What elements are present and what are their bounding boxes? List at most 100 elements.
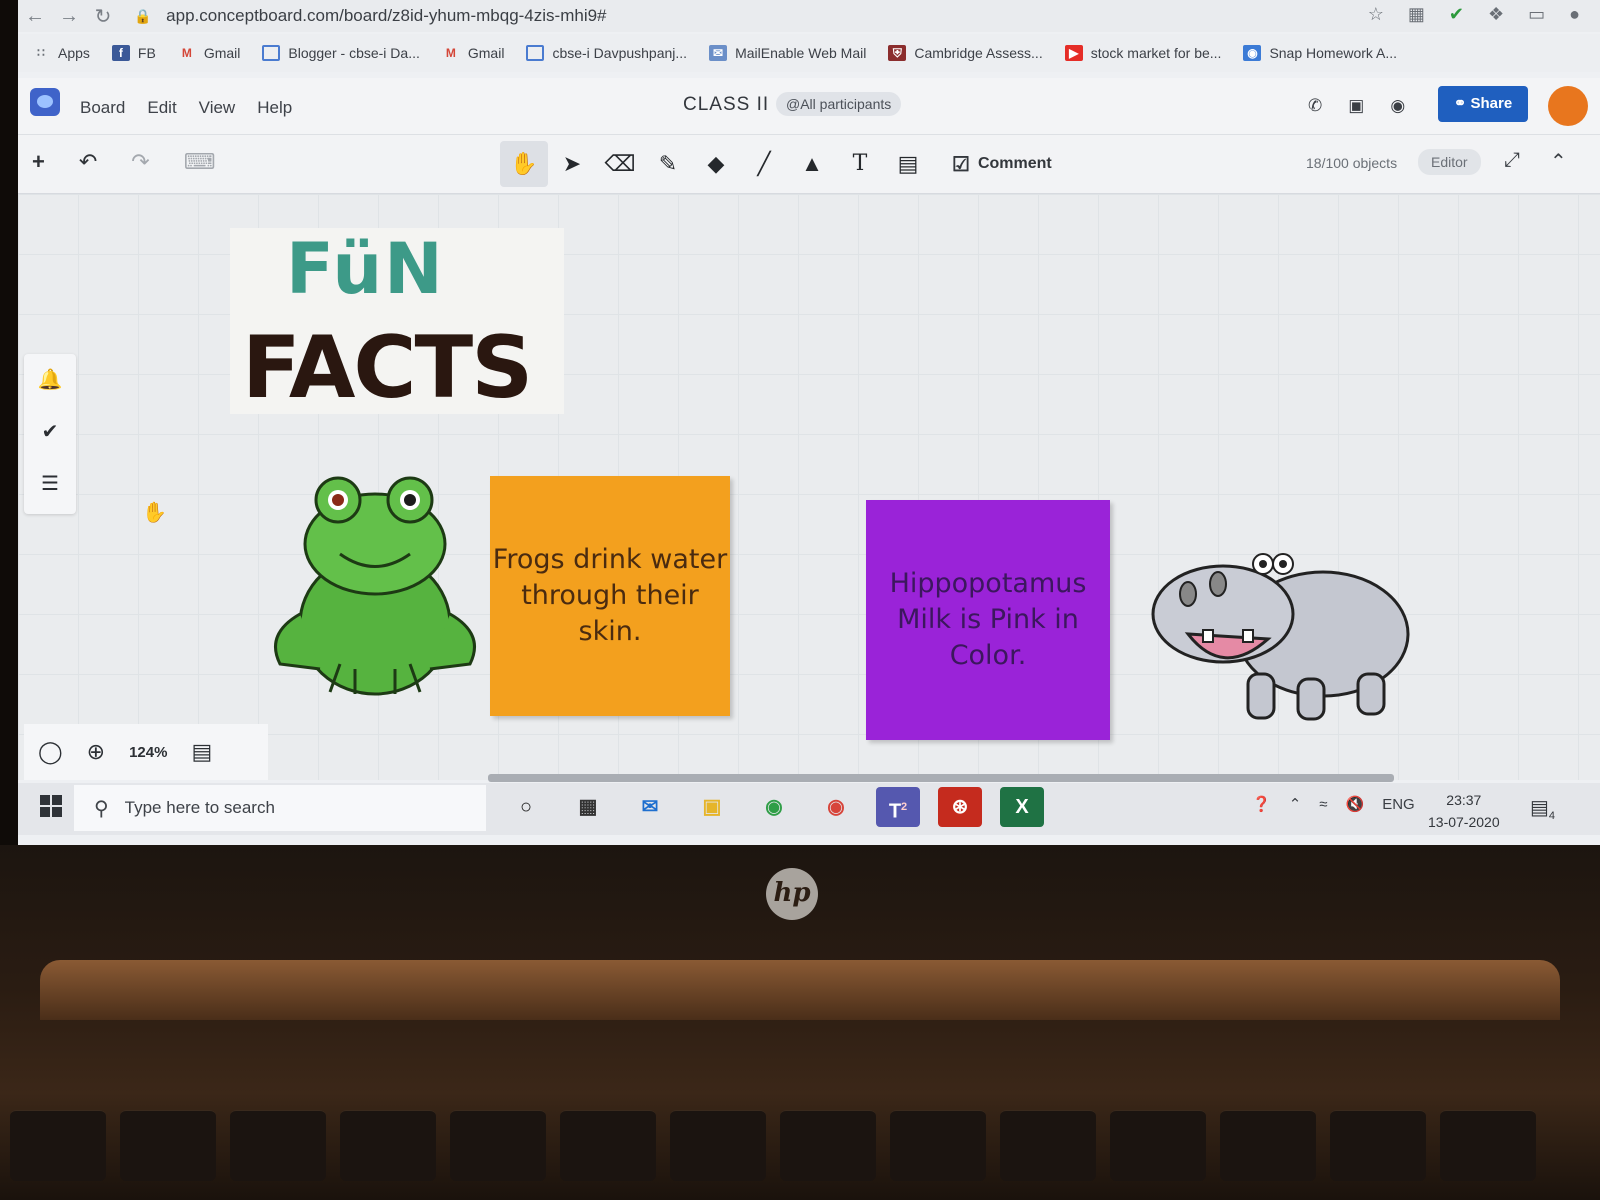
zoom-level[interactable]: 124% <box>129 744 167 761</box>
blogger-icon <box>526 45 545 61</box>
notification-center-icon[interactable]: ▤4 <box>1530 795 1555 822</box>
fullscreen-icon[interactable]: ⤢ <box>1504 149 1520 174</box>
star-icon[interactable]: ☆ <box>1368 4 1384 25</box>
chevron-up-icon[interactable]: ⌃ <box>1289 795 1302 813</box>
wifi-icon[interactable]: ≈ <box>1319 796 1327 813</box>
line-tool-icon[interactable]: ╱ <box>740 141 788 187</box>
redo-icon[interactable]: ↷ <box>131 149 149 175</box>
back-icon[interactable]: ← <box>18 5 52 28</box>
frog-image[interactable] <box>260 464 490 704</box>
clock-date: 13-07-2020 <box>1428 814 1500 830</box>
object-count: 18/100 objects <box>1306 155 1398 171</box>
hand-cursor-icon: ✋ <box>142 502 167 524</box>
bookmark-snap-homework[interactable]: ◉ Snap Homework A... <box>1243 45 1397 61</box>
undo-icon[interactable]: ↶ <box>79 149 97 175</box>
bookmark-gmail[interactable]: M Gmail <box>178 45 241 61</box>
pen-tool-icon[interactable]: ✎ <box>644 141 692 187</box>
select-tool-icon[interactable]: ➤ <box>548 141 596 187</box>
taskbar-clock[interactable]: 23:37 13-07-2020 <box>1428 789 1500 833</box>
sticky-note-tool-icon[interactable]: ▤ <box>884 141 932 187</box>
header-actions: ✆ ▣ ◉ <box>1308 96 1405 116</box>
laptop-screen: ← → ↻ 🔒 app.conceptboard.com/board/z8id-… <box>18 0 1600 845</box>
sticky-note-frogs-text: Frogs drink water through their skin. <box>492 544 728 647</box>
bookmark-blogger[interactable]: Blogger - cbse-i Da... <box>262 45 420 61</box>
bookmark-cambridge[interactable]: ⛨ Cambridge Assess... <box>888 45 1043 61</box>
camera-icon: ◉ <box>1243 45 1262 61</box>
chrome-profile-icon[interactable]: ◉ <box>814 787 858 827</box>
menu-board[interactable]: Board <box>80 98 125 118</box>
shapes-tool-icon[interactable]: ▲ <box>788 141 836 187</box>
taskbar-search[interactable]: ⚲ Type here to search <box>74 785 486 831</box>
search-placeholder: Type here to search <box>124 798 275 817</box>
url-bar[interactable]: 🔒 app.conceptboard.com/board/z8id-yhum-m… <box>134 6 607 26</box>
keyboard-key <box>560 1110 656 1181</box>
bookmark-fb[interactable]: f FB <box>111 45 156 61</box>
chat-icon[interactable]: ◉ <box>1390 96 1405 116</box>
menu-help[interactable]: Help <box>257 98 292 118</box>
mail-app-icon[interactable]: ✉ <box>628 787 672 827</box>
bookmark-apps[interactable]: ∷ Apps <box>32 45 90 61</box>
teams-icon[interactable]: T2 <box>876 787 920 827</box>
reload-icon[interactable]: ↻ <box>86 4 120 29</box>
comment-button[interactable]: ☑ Comment <box>952 141 1052 187</box>
system-tray: ❓ ⌃ ≈ 🔇 ENG <box>1252 795 1415 814</box>
cortana-icon[interactable]: ○ <box>504 787 548 827</box>
participants-badge[interactable]: @All participants <box>776 92 902 116</box>
volume-muted-icon[interactable]: 🔇 <box>1346 795 1365 813</box>
navigator-compass-icon[interactable]: ◯ <box>38 739 63 765</box>
search-icon: ⚲ <box>94 797 109 820</box>
user-avatar[interactable] <box>1548 86 1588 126</box>
bell-icon[interactable]: 🔔 <box>24 354 76 406</box>
board-title[interactable]: CLASS II <box>683 94 769 116</box>
add-icon[interactable]: + <box>32 149 45 175</box>
chrome-icon[interactable]: ◉ <box>752 787 796 827</box>
eraser-tool-icon[interactable]: ⌫ <box>596 141 644 187</box>
bookmark-gmail-2[interactable]: M Gmail <box>442 45 505 61</box>
board-toolbar: + ↶ ↷ ⌨ ✋ ➤ ⌫ ✎ ◆ ╱ ▲ T ▤ ☑ Comment 18/1… <box>18 135 1600 194</box>
fun-facts-title-image[interactable]: FüN FACTS <box>230 228 564 418</box>
marker-tool-icon[interactable]: ◆ <box>692 141 740 187</box>
hand-tool-icon[interactable]: ✋ <box>500 141 548 187</box>
task-view-icon[interactable]: ▦ <box>566 787 610 827</box>
share-button[interactable]: ⚭ Share <box>1438 86 1528 122</box>
sticky-note-hippo[interactable]: Hippopotamus Milk is Pink in Color. <box>866 500 1110 740</box>
collapse-icon[interactable]: ⌃ <box>1550 149 1567 174</box>
bookmarks-bar: ∷ Apps f FB M Gmail Blogger - cbse-i Da.… <box>18 34 1600 72</box>
facts-title-text: FACTS <box>242 318 533 418</box>
zoom-in-icon[interactable]: ⊕ <box>87 739 105 765</box>
presentation-icon[interactable]: ▣ <box>1348 96 1364 116</box>
check-circle-icon[interactable]: ✔ <box>24 406 76 458</box>
apps-grid-icon: ∷ <box>37 46 45 60</box>
youtube-icon: ▶ <box>1064 45 1083 61</box>
format-painter-icon[interactable]: ⌨ <box>184 149 216 175</box>
hippo-image[interactable] <box>1148 534 1418 734</box>
conceptboard-logo-icon[interactable] <box>30 88 60 116</box>
profile-avatar-icon[interactable]: ● <box>1569 4 1580 25</box>
bookmark-cbse[interactable]: cbse-i Davpushpanj... <box>526 45 687 61</box>
check-extension-icon[interactable]: ✔ <box>1449 4 1464 25</box>
menu-view[interactable]: View <box>199 98 236 118</box>
language-indicator[interactable]: ENG <box>1382 796 1415 813</box>
file-explorer-icon[interactable]: ▣ <box>690 787 734 827</box>
bookmark-stock-market[interactable]: ▶ stock market for be... <box>1064 45 1221 61</box>
horizontal-scrollbar[interactable] <box>488 774 1394 782</box>
side-panel: 🔔 ✔ ☰ <box>24 354 76 514</box>
text-tool-icon[interactable]: T <box>836 141 884 187</box>
phone-icon[interactable]: ✆ <box>1308 96 1322 116</box>
cast-icon[interactable]: ▭ <box>1528 4 1545 25</box>
windows-start-icon[interactable] <box>40 795 62 817</box>
menu-edit[interactable]: Edit <box>147 98 176 118</box>
presenter-mode-icon[interactable]: ▤ <box>191 739 212 765</box>
forward-icon[interactable]: → <box>52 5 86 28</box>
grid-extension-icon[interactable]: ▦ <box>1408 4 1425 25</box>
excel-icon[interactable]: X <box>1000 787 1044 827</box>
board-canvas[interactable]: 🔔 ✔ ☰ ✋ FüN FACTS Frogs drink water thro… <box>18 194 1600 782</box>
link-icon: ⚭ <box>1453 95 1467 112</box>
mail-icon: ✉ <box>709 45 728 61</box>
list-icon[interactable]: ☰ <box>24 458 76 510</box>
bookmark-mailenable[interactable]: ✉ MailEnable Web Mail <box>709 45 866 61</box>
help-icon[interactable]: ❓ <box>1252 795 1271 813</box>
sticky-note-frogs[interactable]: Frogs drink water through their skin. <box>490 476 730 716</box>
acrobat-icon[interactable]: ⊛ <box>938 787 982 827</box>
puzzle-extension-icon[interactable]: ❖ <box>1488 4 1504 25</box>
